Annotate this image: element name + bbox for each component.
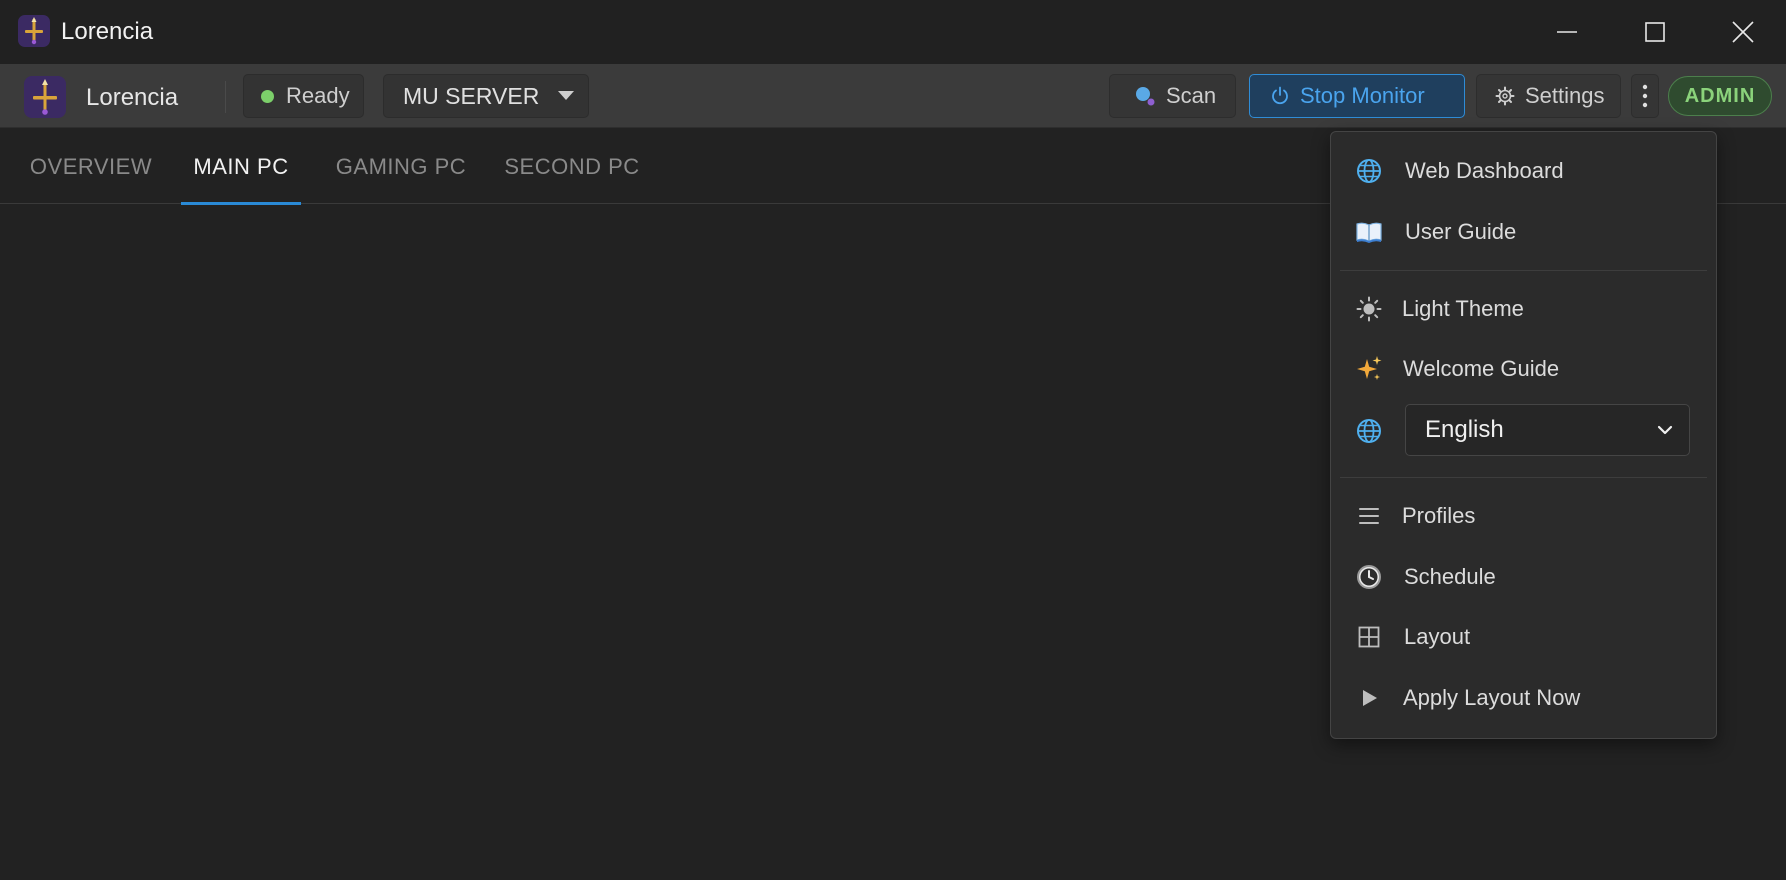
server-select[interactable]: MU SERVER: [383, 74, 589, 118]
tab-overview[interactable]: OVERVIEW: [24, 129, 158, 204]
menu-label: Profiles: [1402, 503, 1476, 528]
menu-label: Welcome Guide: [1403, 356, 1560, 381]
open-book-icon: [1355, 218, 1383, 246]
chevron-down-icon: [1657, 425, 1673, 435]
app-logo-icon: [18, 15, 50, 47]
admin-badge: ADMIN: [1668, 76, 1772, 116]
window-title: Lorencia: [61, 18, 154, 45]
power-icon: [1272, 86, 1288, 105]
menu-item-user-guide[interactable]: User Guide: [1331, 204, 1716, 260]
app-name: Lorencia: [86, 84, 179, 111]
more-vertical-icon: [1642, 84, 1648, 108]
menu-item-layout[interactable]: Layout: [1331, 609, 1716, 665]
app-logo-icon: [24, 76, 66, 118]
menu-label: Light Theme: [1402, 296, 1524, 321]
status-indicator: Ready: [243, 74, 364, 118]
overflow-menu: Web Dashboard User Guide Light Theme Wel…: [1330, 131, 1717, 739]
menu-label: Layout: [1404, 624, 1471, 649]
minimize-button[interactable]: [1523, 0, 1611, 64]
sparkles-icon: [1355, 355, 1383, 383]
language-select-value: English: [1425, 416, 1504, 443]
menu-label: Schedule: [1404, 564, 1496, 589]
menu-label: Apply Layout Now: [1403, 685, 1581, 710]
menu-item-web-dashboard[interactable]: Web Dashboard: [1331, 143, 1716, 199]
server-select-value: MU SERVER: [403, 82, 540, 109]
scan-button[interactable]: Scan: [1109, 74, 1236, 118]
close-button[interactable]: [1699, 0, 1786, 64]
tab-label: SECOND PC: [504, 153, 640, 179]
tab-label: GAMING PC: [335, 153, 467, 179]
close-icon: [1732, 21, 1754, 43]
tab-second-pc[interactable]: SECOND PC: [500, 129, 644, 204]
menu-item-light-theme[interactable]: Light Theme: [1331, 281, 1716, 337]
language-select[interactable]: English: [1405, 404, 1690, 456]
list-icon: [1355, 502, 1383, 530]
tab-label: OVERVIEW: [29, 153, 153, 179]
maximize-icon: [1645, 22, 1665, 42]
play-icon: [1355, 684, 1383, 712]
globe-icon: [1355, 157, 1383, 185]
menu-label: User Guide: [1405, 219, 1517, 244]
admin-badge-label: ADMIN: [1684, 84, 1756, 107]
settings-button[interactable]: Settings: [1476, 74, 1621, 118]
status-label: Ready: [286, 83, 350, 108]
menu-divider: [1340, 477, 1707, 478]
title-bar: Lorencia: [0, 0, 1786, 64]
caret-down-icon: [558, 91, 574, 100]
tab-label: MAIN PC: [193, 153, 289, 179]
status-dot-icon: [261, 89, 274, 103]
maximize-button[interactable]: [1611, 0, 1699, 64]
gear-icon: [1495, 86, 1515, 106]
clock-icon: [1355, 563, 1383, 591]
more-options-button[interactable]: [1631, 74, 1659, 118]
menu-divider: [1340, 270, 1707, 271]
scan-label: Scan: [1166, 83, 1217, 108]
grid-icon: [1355, 623, 1383, 651]
stop-monitor-label: Stop Monitor: [1300, 83, 1425, 108]
menu-item-profiles[interactable]: Profiles: [1331, 488, 1716, 544]
search-icon: [1136, 87, 1155, 106]
sun-icon: [1355, 295, 1383, 323]
minimize-icon: [1557, 31, 1577, 33]
tab-main-pc[interactable]: MAIN PC: [181, 129, 301, 205]
toolbar-divider: [225, 81, 226, 113]
language-row: English: [1331, 404, 1716, 458]
menu-item-apply-layout-now[interactable]: Apply Layout Now: [1331, 670, 1716, 726]
menu-item-welcome-guide[interactable]: Welcome Guide: [1331, 341, 1716, 397]
menu-item-schedule[interactable]: Schedule: [1331, 549, 1716, 605]
toolbar: Lorencia Ready MU SERVER Scan Stop Monit…: [0, 64, 1786, 128]
stop-monitor-button[interactable]: Stop Monitor: [1249, 74, 1465, 118]
tab-gaming-pc[interactable]: GAMING PC: [328, 129, 474, 204]
globe-icon: [1355, 417, 1383, 445]
menu-label: Web Dashboard: [1405, 158, 1564, 183]
settings-label: Settings: [1525, 83, 1605, 108]
